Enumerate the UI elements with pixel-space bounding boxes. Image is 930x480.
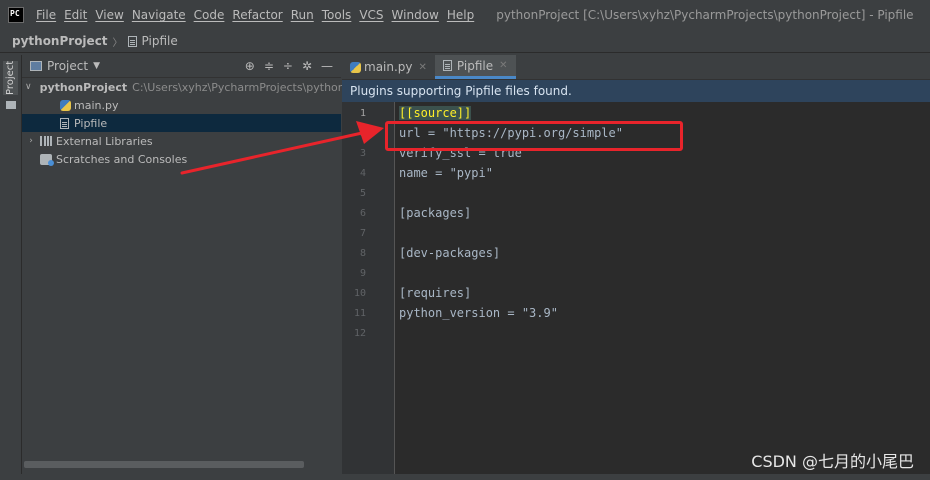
panel-tools: ⊕ ≑ ÷ ✲ — bbox=[245, 59, 333, 73]
code-editor[interactable]: 1 2 3 4 5 6 7 8 9 10 11 12 [[source]] ur… bbox=[342, 102, 930, 480]
code-line: [requires] bbox=[399, 286, 472, 300]
project-view-icon bbox=[30, 61, 42, 71]
breadcrumb: pythonProject 〉 Pipfile bbox=[0, 30, 930, 53]
close-icon[interactable]: ✕ bbox=[419, 62, 427, 73]
folder-icon bbox=[6, 101, 16, 109]
project-panel-header: Project ▼ ⊕ ≑ ÷ ✲ — bbox=[22, 55, 341, 78]
project-tool-tab[interactable]: Project bbox=[3, 61, 18, 95]
menu-refactor[interactable]: Refactor bbox=[228, 8, 286, 22]
gear-icon[interactable]: ✲ bbox=[302, 59, 312, 73]
line-number: 12 bbox=[353, 328, 366, 339]
breadcrumb-separator-icon: 〉 bbox=[112, 37, 123, 49]
line-number: 5 bbox=[359, 188, 366, 199]
menu-window[interactable]: Window bbox=[388, 8, 443, 22]
tree-item-external-libraries[interactable]: › External Libraries bbox=[22, 132, 341, 150]
line-number: 2 bbox=[359, 128, 366, 139]
editor-tab-bar: main.py ✕ Pipfile ✕ bbox=[342, 55, 930, 80]
menu-bar: PC File Edit View Navigate Code Refactor… bbox=[0, 0, 930, 31]
python-file-icon bbox=[350, 61, 361, 73]
tree-item-pipfile[interactable]: Pipfile bbox=[22, 114, 341, 132]
expand-all-icon[interactable]: ≑ bbox=[264, 59, 274, 73]
annotation-highlight-box bbox=[385, 121, 683, 151]
file-icon bbox=[127, 35, 137, 47]
editor-area: main.py ✕ Pipfile ✕ Plugins supporting P… bbox=[342, 55, 930, 480]
tree-item-root[interactable]: ∨ pythonProject C:\Users\xyhz\PycharmPro… bbox=[22, 78, 382, 96]
project-tree: ∨ pythonProject C:\Users\xyhz\PycharmPro… bbox=[22, 78, 382, 168]
window-title: pythonProject [C:\Users\xyhz\PycharmProj… bbox=[496, 8, 914, 22]
tree-item-label: External Libraries bbox=[56, 134, 153, 148]
tree-item-label: Scratches and Consoles bbox=[56, 152, 188, 166]
plugin-notice-banner: Plugins supporting Pipfile files found. bbox=[342, 80, 930, 102]
tree-item-main-py[interactable]: main.py bbox=[22, 96, 341, 114]
code-line: python_version = "3.9" bbox=[399, 306, 558, 320]
python-file-icon bbox=[60, 99, 71, 111]
menu-code[interactable]: Code bbox=[190, 8, 229, 22]
menu-run[interactable]: Run bbox=[287, 8, 318, 22]
project-panel: Project ▼ ⊕ ≑ ÷ ✲ — ∨ pythonProject C:\U… bbox=[22, 55, 382, 480]
line-number: 9 bbox=[359, 268, 366, 279]
menu-navigate[interactable]: Navigate bbox=[128, 8, 190, 22]
collapse-all-icon[interactable]: ÷ bbox=[283, 59, 293, 73]
code-line: [packages] bbox=[399, 206, 472, 220]
file-icon bbox=[442, 60, 452, 71]
menu-file[interactable]: File bbox=[32, 8, 60, 22]
locate-file-icon[interactable]: ⊕ bbox=[245, 59, 255, 73]
breadcrumb-file[interactable]: Pipfile bbox=[142, 34, 178, 48]
hide-panel-icon[interactable]: — bbox=[321, 59, 333, 73]
menu-vcs[interactable]: VCS bbox=[355, 8, 387, 22]
tree-item-scratches[interactable]: Scratches and Consoles bbox=[22, 150, 341, 168]
tab-label: Pipfile bbox=[456, 58, 494, 73]
watermark: CSDN @七月的小尾巴 bbox=[751, 452, 914, 471]
menu-tools[interactable]: Tools bbox=[318, 8, 356, 22]
line-number: 10 bbox=[353, 288, 366, 299]
menu-help[interactable]: Help bbox=[443, 8, 478, 22]
line-number: 7 bbox=[359, 228, 366, 239]
line-number-gutter: 1 2 3 4 5 6 7 8 9 10 11 12 bbox=[342, 102, 395, 480]
chevron-down-icon[interactable]: ▼ bbox=[93, 61, 100, 71]
horizontal-scrollbar[interactable] bbox=[24, 461, 304, 468]
tab-main-py[interactable]: main.py ✕ bbox=[342, 55, 435, 79]
code-line: name = "pypi" bbox=[399, 166, 493, 180]
pycharm-logo-icon: PC bbox=[8, 7, 24, 23]
close-icon[interactable]: ✕ bbox=[499, 60, 507, 71]
line-number: 1 bbox=[359, 108, 366, 119]
code-line: [dev-packages] bbox=[399, 246, 501, 260]
tab-label: main.py bbox=[364, 60, 413, 74]
menu-edit[interactable]: Edit bbox=[60, 8, 91, 22]
code-line: [[source]] bbox=[399, 106, 472, 120]
file-icon bbox=[60, 117, 69, 129]
tree-item-label: Pipfile bbox=[74, 116, 108, 130]
line-number: 6 bbox=[359, 208, 366, 219]
scratches-icon bbox=[40, 153, 54, 166]
tree-item-label: main.py bbox=[74, 98, 119, 112]
libraries-icon bbox=[40, 136, 52, 146]
project-view-selector[interactable]: Project bbox=[47, 59, 88, 73]
menu-view[interactable]: View bbox=[91, 8, 127, 22]
line-number: 8 bbox=[359, 248, 366, 259]
tab-pipfile[interactable]: Pipfile ✕ bbox=[434, 55, 516, 79]
line-number: 3 bbox=[359, 148, 366, 159]
left-tool-strip: Project bbox=[0, 55, 22, 480]
breadcrumb-project[interactable]: pythonProject bbox=[12, 34, 108, 48]
chevron-right-icon[interactable]: › bbox=[25, 136, 37, 146]
chevron-down-icon[interactable]: ∨ bbox=[25, 82, 32, 92]
status-strip bbox=[0, 474, 930, 480]
line-number: 4 bbox=[359, 168, 366, 179]
tree-root-label: pythonProject bbox=[39, 80, 128, 94]
line-number: 11 bbox=[353, 308, 366, 319]
